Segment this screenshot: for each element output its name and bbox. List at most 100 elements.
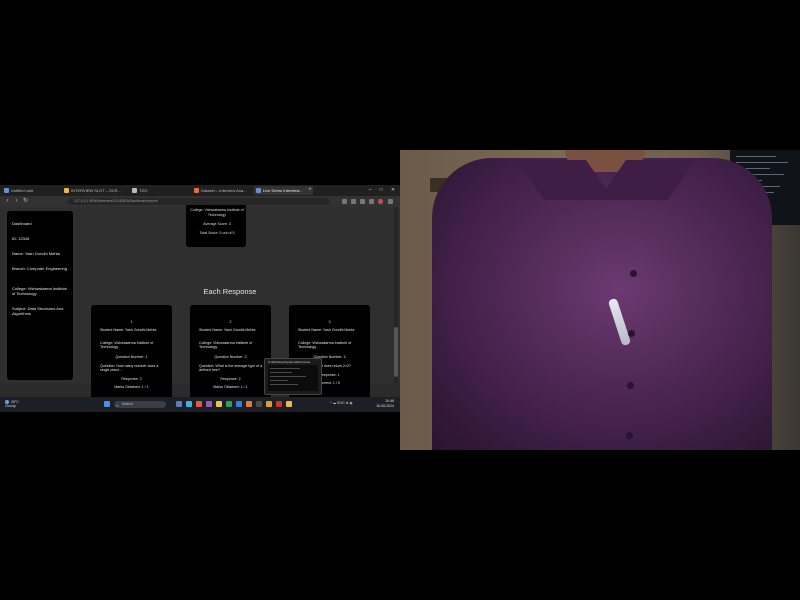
page-scrollbar[interactable] [394,207,398,383]
tab-favicon-icon [256,188,261,193]
response-number: 1 [130,319,133,324]
tab-favicon-icon [194,188,199,193]
browser-tab[interactable]: TDO [130,186,197,195]
bookmark-icon[interactable] [360,199,365,204]
profile-avatar[interactable] [378,199,383,204]
response-college: College: Vishwakarma Institute of Techno… [100,341,154,350]
app-icon[interactable] [196,401,202,407]
sidebar-item-dashboard[interactable]: Dashboard [12,221,70,226]
response-card: 2 Student Name: Yash Gondhi Mehta Colleg… [190,305,271,409]
new-tab-button[interactable]: + [306,186,314,195]
browser-tab-bar: Untitled note INTERVIEW SLOT – SCR... TD… [0,185,400,196]
clock-date: 16-08-2024 [376,403,394,408]
browser-tab-active[interactable]: Live Demo Interview... [254,186,313,195]
minimize-button[interactable]: – [366,186,374,195]
browser-tab[interactable]: Untitled note [2,186,69,195]
sidebar-item-branch: Branch: Computer Engineering [12,266,67,271]
shirt-button [628,330,635,337]
response-question-number: Question Number: 1 [115,355,148,359]
file-explorer-icon[interactable] [216,401,222,407]
response-card: 1 Student Name: Yash Gondhi Mehta Colleg… [91,305,172,409]
browser-tab[interactable]: Dataset – Interview Ana... [192,186,261,195]
tab-favicon-icon [132,188,137,193]
response-question: Question: What is the average type of a … [199,364,263,373]
shared-screen: Untitled note INTERVIEW SLOT – SCR... TD… [0,185,400,412]
terminal-line [270,380,288,381]
app-icon[interactable] [276,401,282,407]
response-student-name: Student Name: Yash Gondhi Mehta [199,328,256,332]
tab-favicon-icon [64,188,69,193]
sidebar-item-id: ID: 12345 [12,236,30,241]
shirt-button [630,270,637,277]
summary-average-score: Average Score: 3 [203,222,231,226]
tab-label: TDO [139,188,148,193]
tab-label: Live Demo Interview... [263,188,303,193]
summary-total-score: Total Score: 5 out of 5 [199,231,235,235]
tab-label: Dataset – Interview Ana... [201,188,247,193]
terminal-icon[interactable] [256,401,262,407]
search-placeholder: Search [122,402,134,406]
response-question-number: Question Number: 2 [214,355,247,359]
maximize-button[interactable]: □ [377,186,385,195]
response-marks: Marks Obtained: 1 / 1 [114,385,149,389]
reload-button[interactable]: ↻ [22,198,29,205]
windows-taskbar: 26°C Cloudy ⌕ Search ^ ☁ ENG ⊕ ◉ 10:46 1… [0,397,400,412]
terminal-line [270,368,300,369]
each-response-heading: Each Response [203,287,257,296]
app-icon[interactable] [236,401,242,407]
app-icon[interactable] [266,401,272,407]
web-page-content: Dashboard ID: 12345 Name: Yash Gondhi Me… [0,205,400,409]
tab-label: Untitled note [11,188,34,193]
sidebar-item-name: Name: Yash Gondhi Mehta [12,251,60,256]
back-button[interactable]: ‹ [4,198,11,205]
close-window-button[interactable]: ✕ [389,186,397,195]
monitor-text-line [736,156,776,157]
response-college: College: Vishwakarma Institute of Techno… [199,341,253,350]
edge-browser-icon[interactable] [186,401,192,407]
menu-icon[interactable] [388,199,393,204]
monitor-text-line [736,162,788,163]
scrollbar-thumb[interactable] [394,327,398,377]
webcam-video-feed [400,150,800,450]
response-answer: Response: 2 [220,377,241,381]
search-icon: ⌕ [116,403,119,408]
popup-terminal-preview [268,365,318,391]
response-answer: Response: 3 [121,377,142,381]
response-marks: Marks Obtained: 1 / 1 [213,385,248,389]
sidebar: Dashboard ID: 12345 Name: Yash Gondhi Me… [7,211,73,380]
taskbar-search-input[interactable]: ⌕ Search [114,401,166,408]
downloads-icon[interactable] [369,199,374,204]
summary-college: College: Vishwakarma Institute of Techno… [190,208,244,217]
weather-widget[interactable]: 26°C Cloudy [5,400,19,408]
response-college: College: Vishwakarma Institute of Techno… [298,341,352,350]
start-icon[interactable] [104,401,110,407]
tab-label: INTERVIEW SLOT – SCR... [71,188,121,193]
response-number: 3 [328,319,331,324]
address-bar-input[interactable]: 127.0.0.1:5000/interview/20240816/Dashbo… [68,198,330,205]
app-icon[interactable] [246,401,252,407]
browser-tab[interactable]: INTERVIEW SLOT – SCR... [62,186,137,195]
app-icon[interactable] [226,401,232,407]
extension-icon[interactable] [351,199,356,204]
shirt-button [626,432,633,439]
system-tray[interactable]: ^ ☁ ENG ⊕ ◉ [330,401,353,405]
extension-icon[interactable] [342,199,347,204]
chrome-icon[interactable] [286,401,292,407]
terminal-line [270,376,306,377]
forward-button[interactable]: › [13,198,20,205]
response-student-name: Student Name: Yash Gondhi Mehta [298,328,355,332]
person-shirt [432,158,772,450]
weather-desc: Cloudy [5,404,16,409]
popup-title: C:\Windows\System32\cmd.exe [268,360,311,364]
taskbar-clock[interactable]: 10:46 16-08-2024 [372,399,394,408]
sidebar-item-subject: Subject: Data Structures And Algorithms [12,306,64,316]
response-student-name: Student Name: Yash Gondhi Mehta [100,328,157,332]
task-view-icon[interactable] [176,401,182,407]
sidebar-item-college: College: Vishwakarma Institute of Techno… [12,286,67,296]
shirt-button [627,382,634,389]
response-number: 2 [229,319,232,324]
taskbar-preview-popup[interactable]: C:\Windows\System32\cmd.exe [264,358,322,395]
summary-card: College: Vishwakarma Institute of Techno… [186,205,246,247]
app-icon[interactable] [206,401,212,407]
response-question: Question: How many number does a single … [100,364,159,373]
